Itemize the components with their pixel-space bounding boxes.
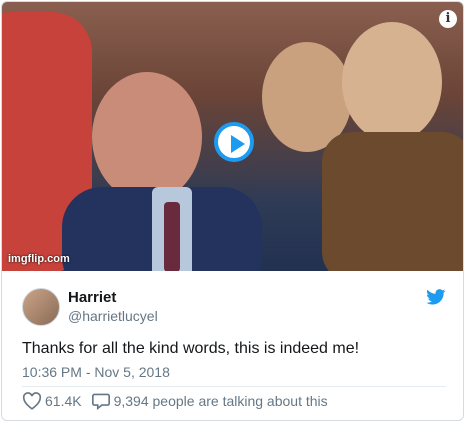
author-handle[interactable]: @harrietlucyel [68,308,158,324]
author-name[interactable]: Harriet [68,289,116,306]
like-count: 61.4K [45,393,82,409]
talking-count: 9,394 people are talking about this [113,393,328,409]
tweet-timestamp[interactable]: 10:36 PM - Nov 5, 2018 [22,364,170,380]
reply-button[interactable]: 9,394 people are talking about this [91,392,328,410]
divider [22,386,446,387]
tweet-text: Thanks for all the kind words, this is i… [22,340,360,357]
image-watermark: imgflip.com [8,253,70,265]
speech-bubble-icon [91,393,110,410]
like-button[interactable]: 61.4K [22,392,82,410]
heart-icon [22,392,42,410]
foreground-figure [92,72,202,202]
avatar[interactable] [22,288,60,326]
embedded-tweet-card: imgflip.com i Harriet @harrietlucyel Tha… [1,1,464,421]
info-icon[interactable]: i [439,10,457,28]
background-figure [322,132,463,271]
twitter-bird-icon[interactable] [426,289,446,305]
play-icon[interactable] [214,122,254,162]
foreground-figure [164,202,180,271]
video-thumbnail[interactable]: imgflip.com i [2,2,463,271]
tweet-actions: 61.4K 9,394 people are talking about thi… [22,391,328,411]
background-figure [342,22,442,142]
